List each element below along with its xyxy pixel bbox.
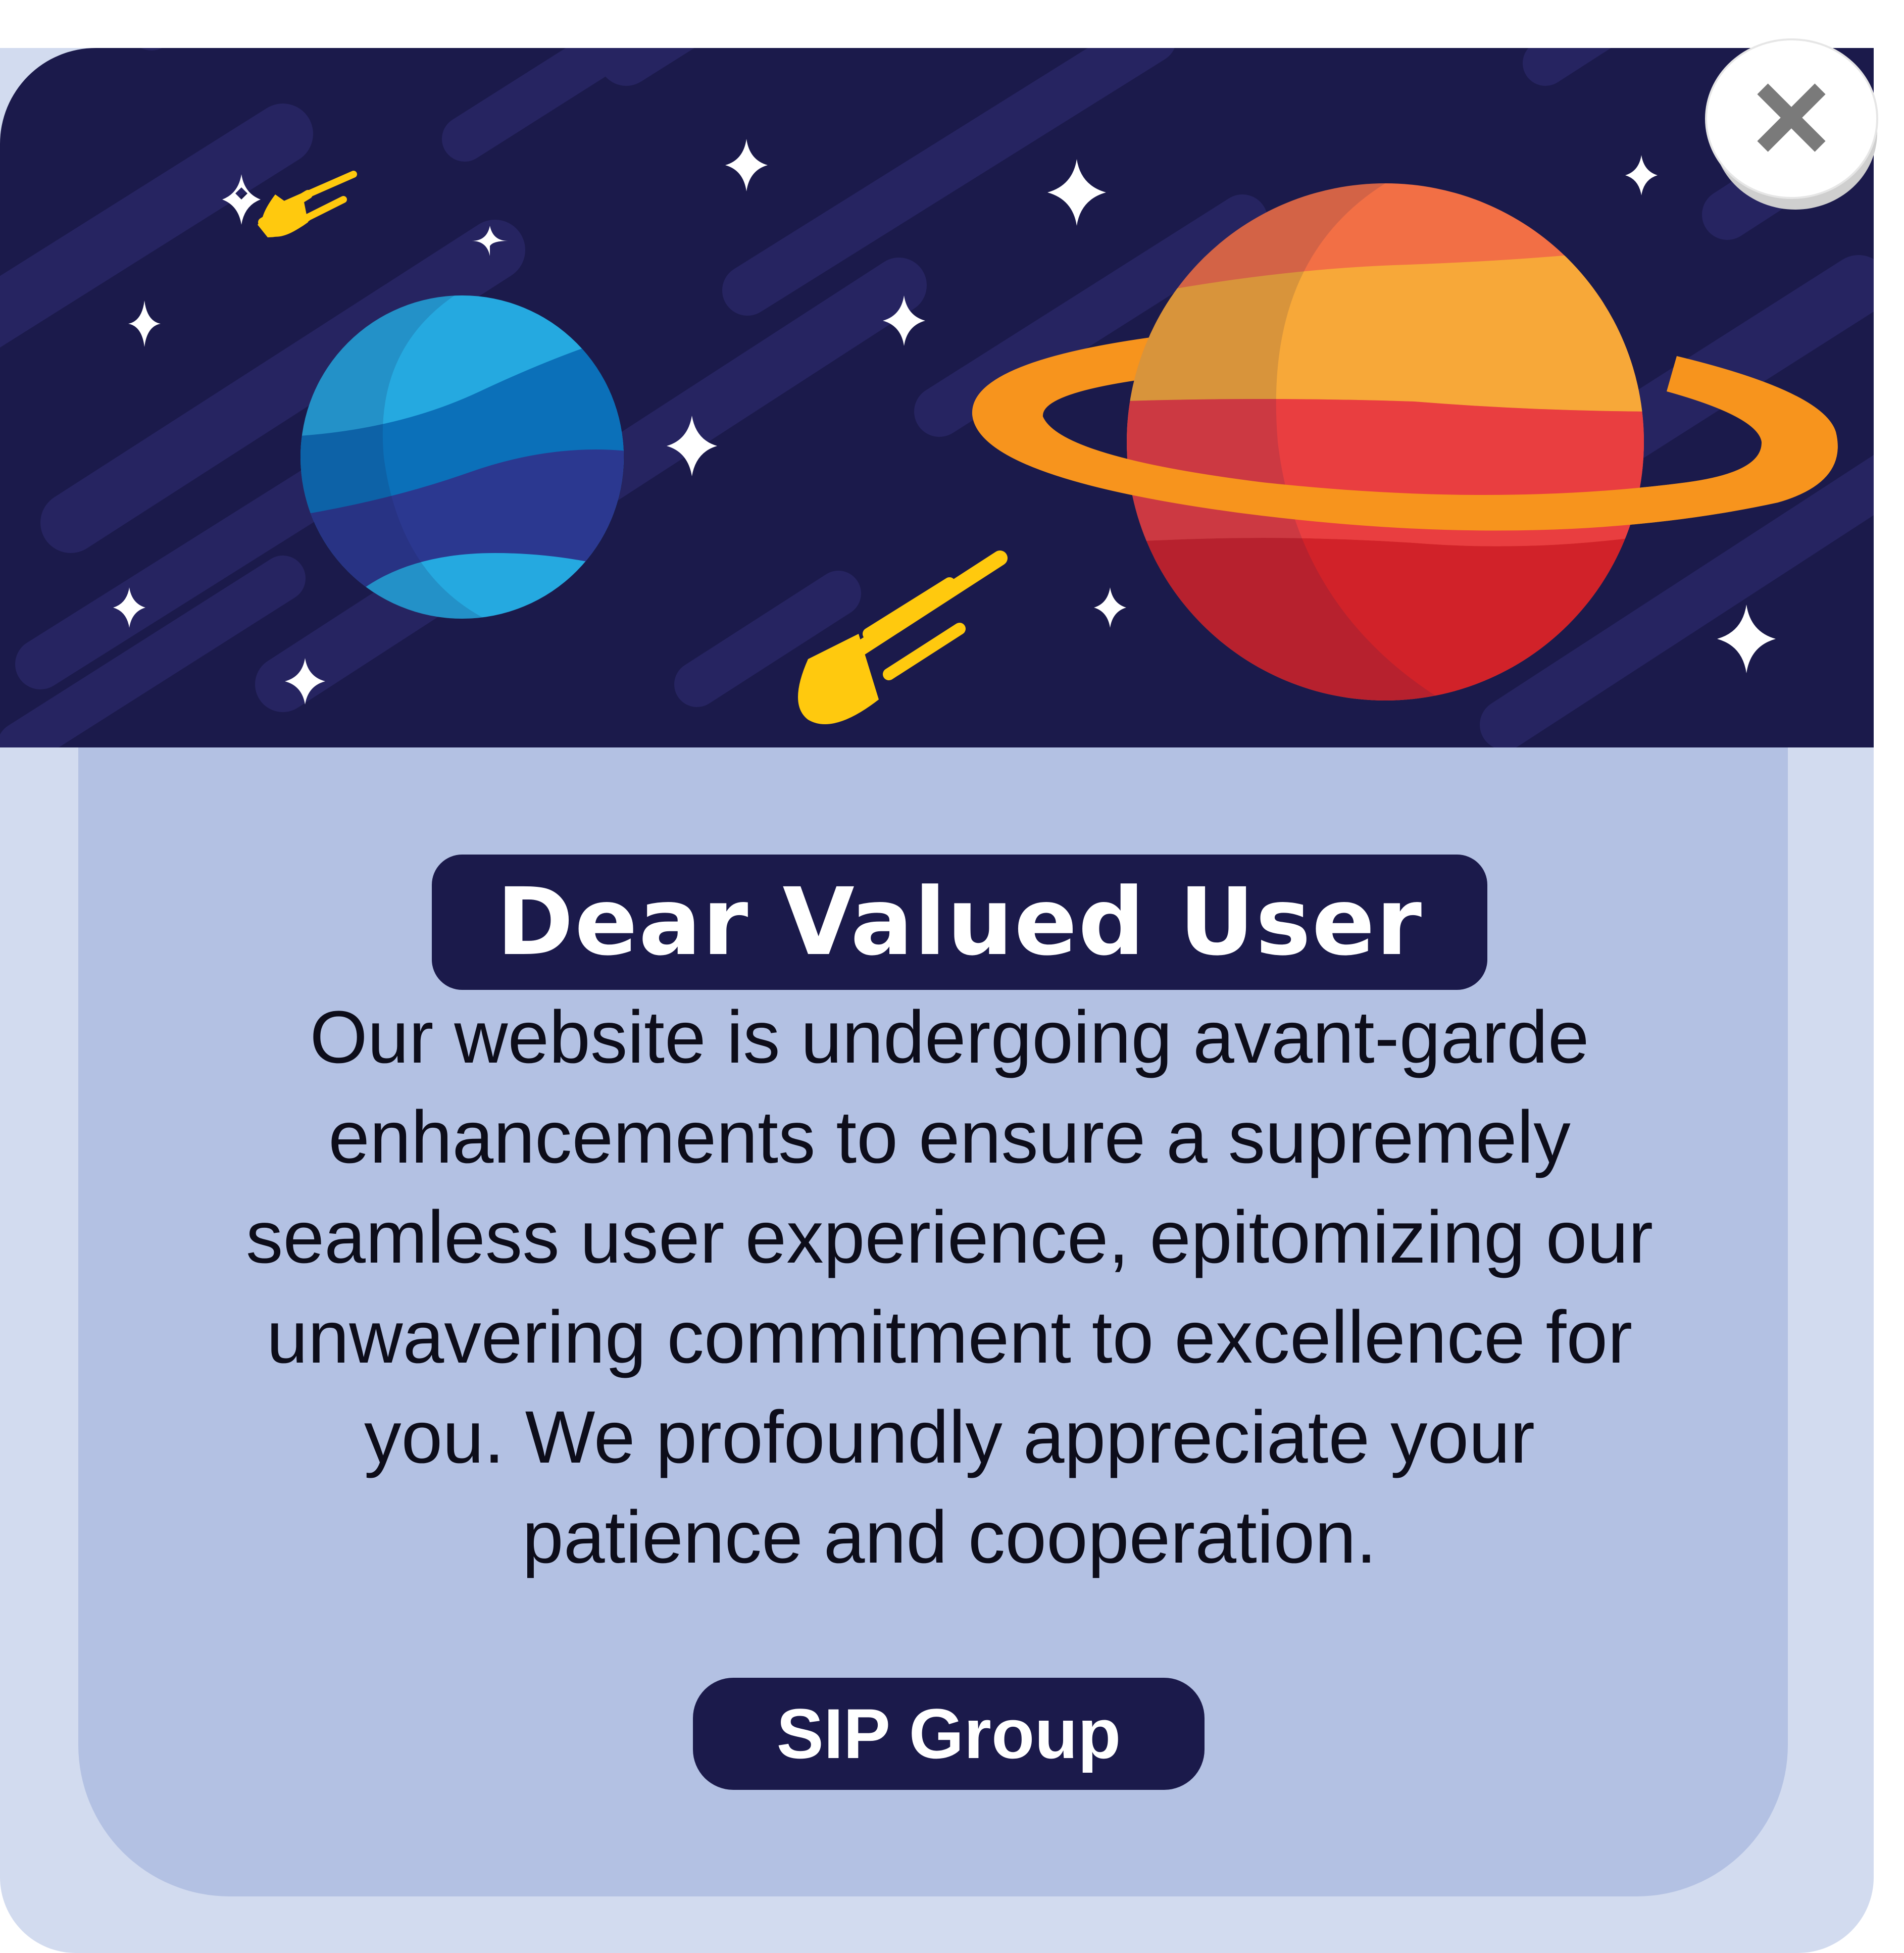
message-line: enhancements to ensure a supremely (328, 1096, 1571, 1179)
space-illustration (0, 48, 1874, 747)
space-banner (0, 48, 1874, 747)
dialog-message: Our website is undergoing avant-garde en… (172, 987, 1727, 1587)
close-x-icon (1757, 83, 1826, 152)
message-line: you. We profoundly appreciate your (364, 1396, 1535, 1479)
signature-badge: SIP Group (693, 1678, 1205, 1790)
message-line: unwavering commitment to excellence for (266, 1296, 1633, 1379)
message-line: patience and cooperation. (522, 1496, 1377, 1579)
message-line: Our website is undergoing avant-garde (310, 996, 1589, 1079)
close-button-face[interactable] (1707, 40, 1876, 197)
message-line: seamless user experience, epitomizing ou… (245, 1196, 1654, 1279)
signature-text: SIP Group (776, 1694, 1121, 1773)
dialog-title: Dear Valued User (496, 868, 1423, 976)
close-button[interactable] (1707, 40, 1904, 210)
title-badge: Dear Valued User (432, 855, 1487, 990)
